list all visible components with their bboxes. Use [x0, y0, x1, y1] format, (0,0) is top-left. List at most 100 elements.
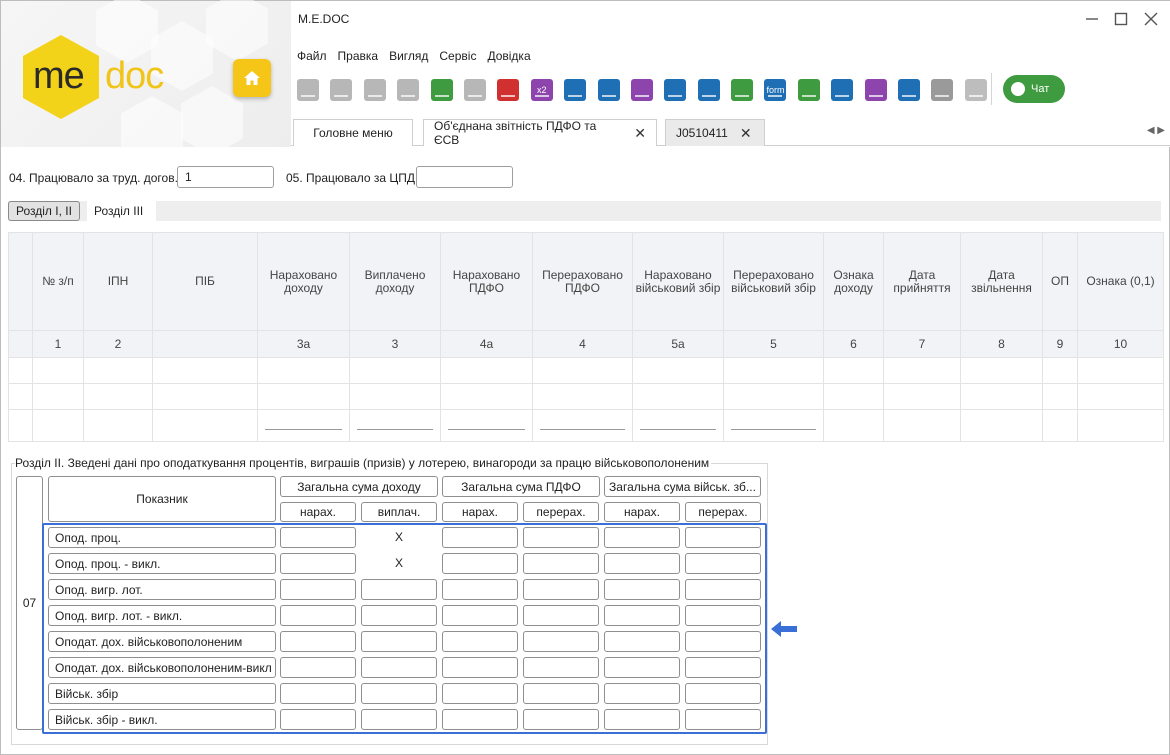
column-header[interactable]: Дата звільнення [960, 232, 1043, 331]
table-cell[interactable] [1042, 383, 1078, 410]
table-row[interactable] [8, 357, 1164, 384]
column-number: 4а [440, 330, 533, 358]
chat-label: Чат [1031, 83, 1050, 95]
menu-service[interactable]: Сервіс [439, 49, 476, 63]
total-cell [8, 409, 33, 442]
send-icon[interactable] [664, 79, 687, 101]
table-cell[interactable] [8, 357, 33, 384]
column-header[interactable]: Ознака доходу [823, 232, 884, 331]
table-cell[interactable] [349, 357, 441, 384]
table-cell[interactable] [8, 383, 33, 410]
logo-text-doc: doc [105, 55, 164, 97]
table-cell[interactable] [723, 383, 824, 410]
highlight-frame [42, 523, 767, 734]
menu-edit[interactable]: Правка [338, 49, 379, 63]
close-tab-icon[interactable]: ✕ [740, 125, 752, 142]
table-cell[interactable] [349, 383, 441, 410]
close-tab-icon[interactable]: ✕ [634, 125, 646, 142]
column-header[interactable]: ОП [1042, 232, 1078, 331]
menu-file[interactable]: Файл [297, 49, 327, 63]
tab-combined-report[interactable]: Об'єднана звітність ПДФО та ЄСВ ✕ [423, 119, 657, 147]
column-header[interactable]: Нараховано військовий збір [632, 232, 724, 331]
total-cell [1077, 409, 1164, 442]
table-cell[interactable] [83, 383, 153, 410]
column-header[interactable]: ІПН [83, 232, 153, 331]
home-button[interactable] [233, 59, 271, 97]
total-cell [532, 409, 633, 442]
table-cell[interactable] [32, 383, 84, 410]
delete-table-icon[interactable] [497, 79, 520, 101]
print-icon[interactable] [630, 79, 653, 101]
check-list-icon[interactable] [797, 79, 820, 101]
search-doc-icon[interactable] [731, 79, 754, 101]
save-icon[interactable] [564, 79, 587, 101]
table-cell[interactable] [823, 357, 884, 384]
copy-doc-icon[interactable] [363, 79, 386, 101]
table-cell[interactable] [883, 357, 961, 384]
verify-icon[interactable] [964, 79, 987, 101]
tab-main-menu[interactable]: Головне меню [293, 119, 413, 146]
table-cell[interactable] [632, 357, 724, 384]
column-header[interactable]: Нараховано ПДФО [440, 232, 533, 331]
table-cell[interactable] [632, 383, 724, 410]
maximize-button[interactable] [1109, 7, 1133, 31]
table-cell[interactable] [440, 383, 533, 410]
new-doc-icon[interactable] [297, 79, 319, 101]
add-table-icon[interactable] [430, 79, 453, 101]
tab-scroll-arrows[interactable]: ◀ ▶ [1147, 125, 1165, 136]
table-cell[interactable] [960, 357, 1043, 384]
table-cell[interactable] [1042, 357, 1078, 384]
table-cell[interactable] [883, 383, 961, 410]
table-cell[interactable] [83, 357, 153, 384]
column-header[interactable]: Перераховано ПДФО [532, 232, 633, 331]
filter-icon[interactable] [931, 79, 954, 101]
table-cell[interactable] [960, 383, 1043, 410]
field05-input[interactable] [416, 166, 513, 188]
table-cell[interactable] [152, 357, 258, 384]
field04-input[interactable]: 1 [177, 166, 274, 188]
menu-help[interactable]: Довідка [487, 49, 530, 63]
tab-j0510411[interactable]: J0510411 ✕ [665, 119, 765, 146]
hex-decoration [206, 0, 268, 61]
tab-section-3[interactable]: Розділ ІІІ [87, 201, 156, 221]
view-doc-icon[interactable] [330, 79, 353, 101]
preview-icon[interactable] [597, 79, 620, 101]
menu-view[interactable]: Вигляд [389, 49, 428, 63]
total-underline [357, 429, 433, 430]
table-cell[interactable] [152, 383, 258, 410]
table-cell[interactable] [1077, 357, 1164, 384]
recalc-icon[interactable] [831, 79, 854, 101]
table-row[interactable] [8, 383, 1164, 410]
chat-button[interactable]: Чат [1003, 75, 1065, 103]
column-header[interactable]: Перераховано військовий збір [723, 232, 824, 331]
sub-header: нарах. [442, 502, 518, 522]
total-underline [265, 429, 342, 430]
table-cell[interactable] [32, 357, 84, 384]
tab-label: Розділ ІІІ [94, 204, 144, 218]
column-number: 3а [257, 330, 350, 358]
edit-table-icon[interactable] [463, 79, 486, 101]
refresh-mail-icon[interactable] [697, 79, 720, 101]
table-cell[interactable] [532, 357, 633, 384]
column-header[interactable]: Виплачено доходу [349, 232, 441, 331]
column-header[interactable]: Ознака (0,1) [1077, 232, 1164, 331]
column-header[interactable]: Нараховано доходу [257, 232, 350, 331]
table-cell[interactable] [532, 383, 633, 410]
export-icon[interactable] [898, 79, 921, 101]
transfer-doc-icon[interactable] [397, 79, 420, 101]
table-cell[interactable] [1077, 383, 1164, 410]
form-icon[interactable]: form [764, 79, 787, 101]
table-cell[interactable] [440, 357, 533, 384]
table-cell[interactable] [723, 357, 824, 384]
column-header[interactable]: № з/п [32, 232, 84, 331]
grid-icon[interactable] [864, 79, 887, 101]
tab-section-1-2[interactable]: Розділ І, ІІ [8, 201, 80, 221]
x2-icon[interactable]: x2 [530, 79, 553, 101]
table-cell[interactable] [257, 383, 350, 410]
table-cell[interactable] [823, 383, 884, 410]
column-header[interactable]: ПІБ [152, 232, 258, 331]
column-header[interactable]: Дата прийняття [883, 232, 961, 331]
minimize-button[interactable] [1080, 7, 1104, 31]
close-window-button[interactable] [1139, 7, 1163, 31]
table-cell[interactable] [257, 357, 350, 384]
